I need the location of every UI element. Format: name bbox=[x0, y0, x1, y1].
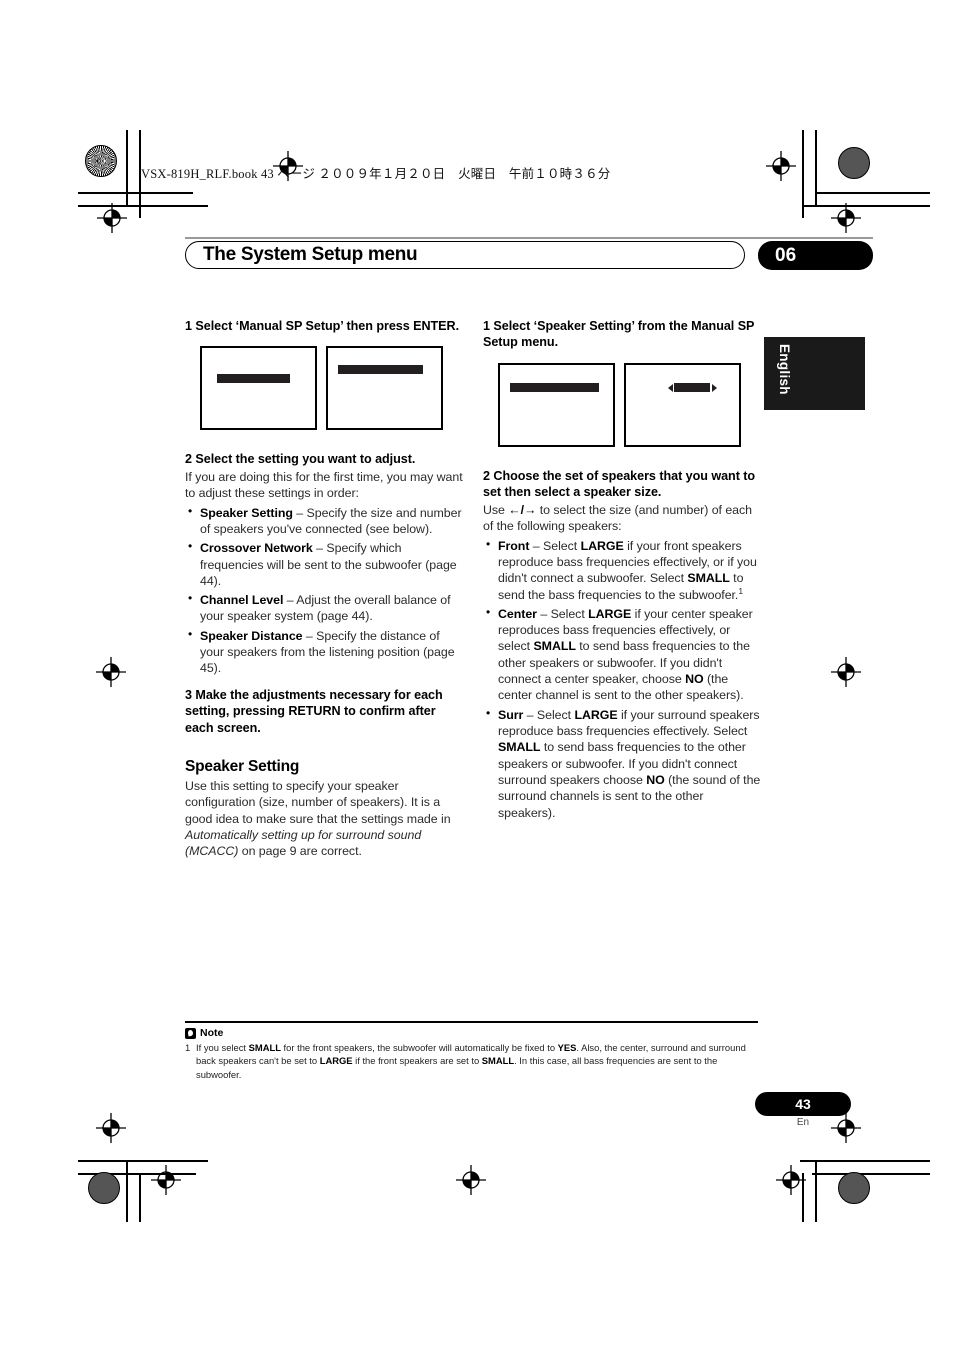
right-arrow-icon bbox=[712, 383, 717, 392]
registration-marks-layer bbox=[0, 0, 954, 1350]
bullet-term: Speaker Setting bbox=[200, 505, 293, 520]
note-marker: 1 bbox=[185, 1042, 191, 1053]
section-body-part-1: Use this setting to specify your speaker… bbox=[185, 779, 451, 826]
section-heading-speaker-setting: Speaker Setting bbox=[185, 758, 300, 776]
left-column: 1 Select ‘Manual SP Setup’ then press EN… bbox=[185, 318, 463, 860]
crop-line bbox=[78, 205, 208, 207]
list-item: Crossover Network – Specify which freque… bbox=[185, 539, 463, 589]
list-item: Channel Level – Adjust the overall balan… bbox=[185, 591, 463, 625]
note-label: Note bbox=[200, 1027, 224, 1039]
right-column: 1 Select ‘Speaker Setting’ from the Manu… bbox=[483, 318, 761, 824]
left-bullet-list: Speaker Setting – Specify the size and n… bbox=[185, 504, 463, 677]
crop-line bbox=[815, 130, 817, 206]
crop-line bbox=[815, 1160, 817, 1222]
note-text: If you select SMALL for the front speake… bbox=[196, 1042, 746, 1080]
left-step-2-body: If you are doing this for the first time… bbox=[185, 469, 463, 501]
crosshair-target bbox=[831, 657, 861, 687]
section-body: Use this setting to specify your speaker… bbox=[185, 778, 463, 860]
crop-line bbox=[126, 1160, 128, 1222]
starburst-mark bbox=[88, 1172, 120, 1204]
display-bar bbox=[510, 382, 599, 392]
bullet-text: – Select LARGE if your surround speakers… bbox=[498, 707, 761, 820]
page-number-badge: 43 bbox=[755, 1092, 851, 1116]
starburst-mark bbox=[838, 1172, 870, 1204]
right-step-2-body: Use ←/→ to select the size (and number) … bbox=[483, 502, 761, 535]
right-bullet-list: Front – Select LARGE if your front speak… bbox=[483, 537, 761, 821]
note-icon bbox=[185, 1027, 196, 1039]
right-step-2-title: 2 Choose the set of speakers that you wa… bbox=[483, 468, 756, 500]
display-bar bbox=[217, 374, 290, 384]
crosshair-target bbox=[766, 151, 796, 181]
left-step-3: 3 Make the adjustments necessary for eac… bbox=[185, 687, 443, 735]
list-item: Center – Select LARGE if your center spe… bbox=[483, 605, 761, 704]
list-item: Front – Select LARGE if your front speak… bbox=[483, 537, 761, 603]
chapter-header: The System Setup menu 06 bbox=[185, 237, 873, 271]
bullet-term: Crossover Network bbox=[200, 541, 313, 556]
right-display-illustrations bbox=[498, 362, 761, 447]
crosshair-target bbox=[151, 1165, 181, 1195]
page-language-code: En bbox=[796, 1117, 810, 1128]
crop-line bbox=[802, 130, 804, 218]
starburst-mark bbox=[838, 147, 870, 179]
display-bar bbox=[338, 365, 423, 375]
display-box-2 bbox=[326, 346, 443, 431]
bullet-text: – Select LARGE if your center speaker re… bbox=[498, 606, 753, 703]
starburst-mark bbox=[85, 145, 117, 177]
page-title: The System Setup menu bbox=[203, 244, 418, 265]
crosshair-target bbox=[776, 1165, 806, 1195]
note-divider bbox=[185, 1021, 758, 1023]
bullet-term: Center bbox=[498, 606, 537, 621]
crop-line bbox=[78, 1173, 196, 1175]
chapter-title-pill: The System Setup menu bbox=[185, 241, 745, 269]
bullet-term: Surr bbox=[498, 707, 524, 722]
crop-line bbox=[78, 192, 193, 194]
crop-line bbox=[802, 205, 930, 207]
bullet-term: Speaker Distance bbox=[200, 628, 303, 643]
list-item: Speaker Distance – Specify the distance … bbox=[185, 627, 463, 677]
display-box-4 bbox=[624, 362, 741, 447]
crosshair-target bbox=[97, 203, 127, 233]
running-header: VSX-819H_RLF.book 43 ページ ２００９年１月２０日 火曜日 … bbox=[141, 167, 611, 181]
section-body-part-2: on page 9 are correct. bbox=[238, 844, 362, 859]
crosshair-target bbox=[96, 1113, 126, 1143]
list-item: Surr – Select LARGE if your surround spe… bbox=[483, 706, 761, 821]
crop-line bbox=[812, 1173, 930, 1175]
list-item: Speaker Setting – Specify the size and n… bbox=[185, 504, 463, 538]
left-step-2-title: 2 Select the setting you want to adjust. bbox=[185, 452, 416, 467]
crop-line bbox=[800, 1160, 930, 1162]
left-arrow-icon bbox=[668, 383, 673, 392]
note-block: Note 1 If you select SMALL for the front … bbox=[185, 1027, 765, 1081]
note-title: Note bbox=[185, 1027, 765, 1039]
crop-line bbox=[78, 1160, 208, 1162]
crop-line bbox=[802, 1173, 804, 1222]
chapter-number-badge: 06 bbox=[758, 241, 873, 270]
display-bar bbox=[674, 382, 710, 392]
bullet-term: Front bbox=[498, 538, 530, 553]
display-box-3 bbox=[498, 362, 615, 447]
crop-line bbox=[126, 130, 128, 206]
right-step-1: 1 Select ‘Speaker Setting’ from the Manu… bbox=[483, 319, 755, 350]
left-step-1: 1 Select ‘Manual SP Setup’ then press EN… bbox=[185, 319, 460, 333]
arrow-keys-icon: ←/→ bbox=[508, 502, 537, 517]
crosshair-target bbox=[456, 1165, 486, 1195]
language-tab-label: English bbox=[777, 344, 792, 395]
crosshair-target bbox=[831, 203, 861, 233]
bullet-term: Channel Level bbox=[200, 593, 284, 608]
bullet-text: – Select LARGE if your front speakers re… bbox=[498, 538, 757, 602]
note-item: 1 If you select SMALL for the front speak… bbox=[185, 1041, 765, 1081]
crop-line bbox=[139, 1173, 141, 1222]
use-label: Use bbox=[483, 502, 509, 517]
language-tab: English bbox=[764, 337, 865, 410]
left-display-illustrations bbox=[200, 346, 463, 431]
crosshair-target bbox=[96, 657, 126, 687]
crop-line bbox=[815, 192, 930, 194]
title-rule bbox=[185, 237, 873, 239]
display-box-1 bbox=[200, 346, 317, 431]
